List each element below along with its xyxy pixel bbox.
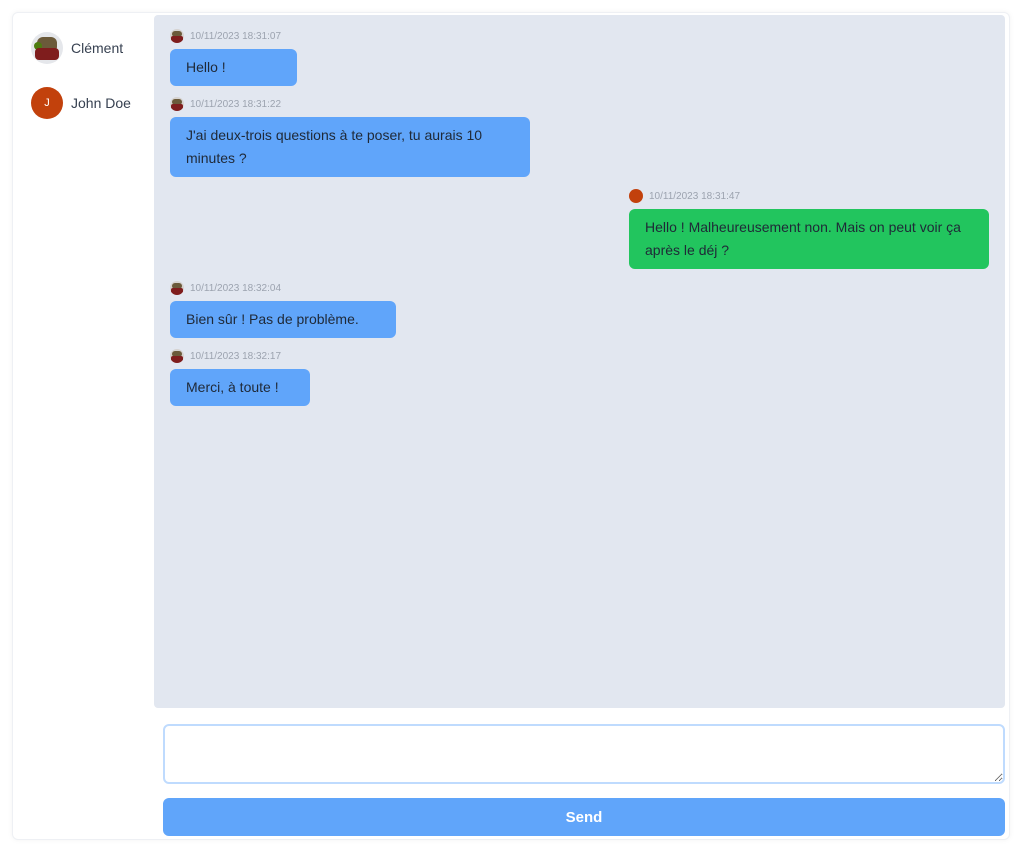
message-timestamp: 10/11/2023 18:32:17	[190, 350, 282, 362]
message-timestamp: 10/11/2023 18:32:04	[190, 282, 282, 294]
send-button[interactable]: Send	[163, 798, 1005, 836]
message-incoming: 10/11/2023 18:31:07 Hello !	[170, 29, 297, 86]
avatar	[170, 29, 184, 43]
avatar	[629, 189, 643, 203]
contact-name: John Doe	[71, 95, 131, 111]
avatar: J	[31, 87, 63, 119]
contact-name: Clément	[71, 40, 124, 56]
message-bubble: Bien sûr ! Pas de problème.	[170, 301, 396, 338]
message-incoming: 10/11/2023 18:31:22 J'ai deux-trois ques…	[170, 97, 530, 177]
message-incoming: 10/11/2023 18:32:04 Bien sûr ! Pas de pr…	[170, 281, 396, 338]
avatar	[31, 32, 63, 64]
contacts-sidebar: Clément J John Doe	[13, 13, 153, 839]
message-timestamp: 10/11/2023 18:31:47	[649, 190, 741, 202]
avatar	[170, 349, 184, 363]
chat-app: Clément J John Doe 10/11/2023 18:31:07 H…	[12, 12, 1010, 840]
message-bubble: Hello !	[170, 49, 297, 86]
message-input[interactable]	[163, 724, 1005, 784]
message-incoming: 10/11/2023 18:32:17 Merci, à toute !	[170, 349, 310, 406]
avatar	[170, 97, 184, 111]
message-bubble: Merci, à toute !	[170, 369, 310, 406]
contact-john-doe[interactable]: J John Doe	[31, 86, 149, 120]
message-bubble: J'ai deux-trois questions à te poser, tu…	[170, 117, 530, 177]
message-timestamp: 10/11/2023 18:31:22	[190, 98, 282, 110]
avatar	[170, 281, 184, 295]
message-list[interactable]: 10/11/2023 18:31:07 Hello ! 10/11/2023 1…	[154, 15, 1005, 708]
contact-clement[interactable]: Clément	[31, 31, 149, 65]
message-timestamp: 10/11/2023 18:31:07	[190, 30, 282, 42]
message-bubble: Hello ! Malheureusement non. Mais on peu…	[629, 209, 989, 269]
message-outgoing: 10/11/2023 18:31:47 Hello ! Malheureusem…	[629, 189, 989, 269]
